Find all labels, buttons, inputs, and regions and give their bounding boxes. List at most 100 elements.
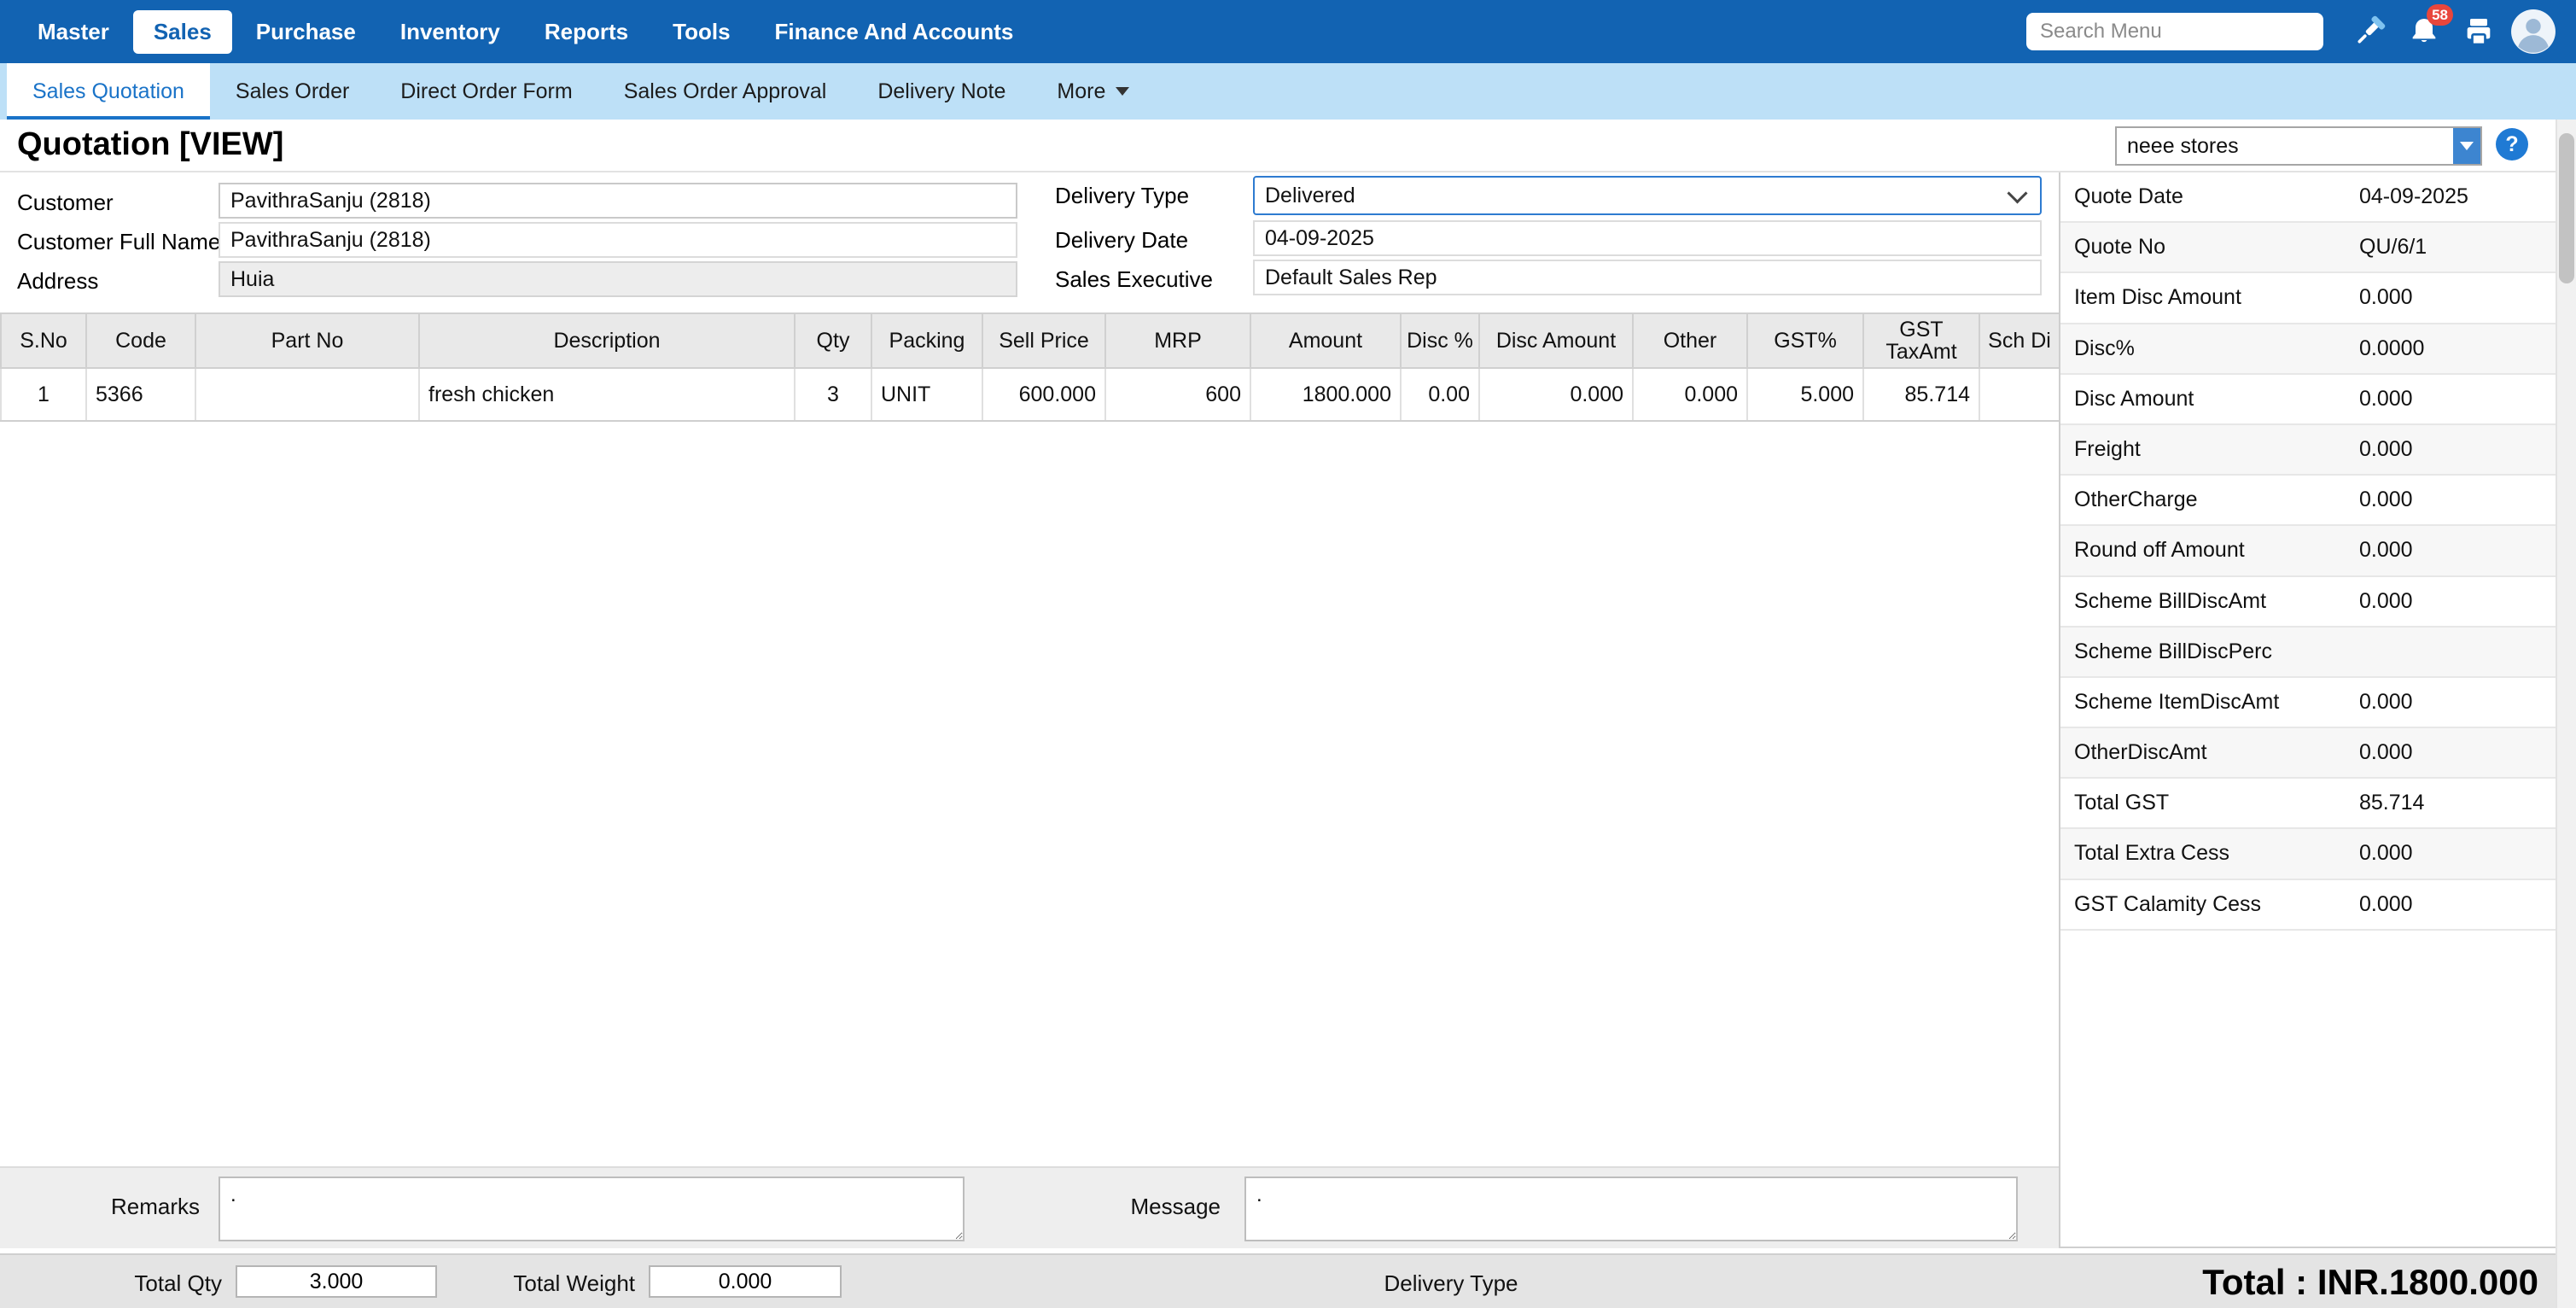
table-cell: 0.000 [1479, 368, 1633, 421]
total-qty-input[interactable] [236, 1265, 437, 1298]
nav-item-finance-and-accounts[interactable]: Finance And Accounts [755, 10, 1034, 54]
table-cell [1979, 368, 2059, 421]
tab-label: More [1057, 79, 1105, 104]
tab-direct-order-form[interactable]: Direct Order Form [375, 63, 597, 120]
tab-sales-order[interactable]: Sales Order [210, 63, 375, 120]
column-header-gst: GST% [1747, 313, 1863, 368]
total-weight-label: Total Weight [505, 1270, 635, 1297]
avatar-icon [2510, 9, 2556, 55]
customer-full-name-label: Customer Full Name [17, 229, 220, 255]
store-dropdown-arrow-icon[interactable] [2453, 128, 2480, 164]
print-icon[interactable] [2453, 6, 2504, 57]
summary-label: Round off Amount [2074, 538, 2245, 563]
summary-label: OtherDiscAmt [2074, 740, 2207, 765]
summary-row-freight: Freight0.000 [2060, 425, 2556, 476]
summary-value: 0.000 [2359, 690, 2413, 715]
sales-executive-input[interactable] [1253, 260, 2042, 295]
help-button[interactable]: ? [2496, 128, 2528, 161]
column-header-packing: Packing [871, 313, 982, 368]
delivery-type-value: Delivered [1255, 184, 1355, 208]
remarks-textarea[interactable]: . [219, 1177, 965, 1241]
summary-label: Disc% [2074, 336, 2135, 361]
summary-value: 0.000 [2359, 740, 2413, 765]
summary-row-scheme-billdiscamt: Scheme BillDiscAmt0.000 [2060, 577, 2556, 628]
total-weight-input[interactable] [649, 1265, 842, 1298]
nav-item-sales[interactable]: Sales [133, 10, 232, 54]
summary-value: 0.000 [2359, 437, 2413, 462]
remarks-label: Remarks [17, 1194, 200, 1220]
summary-value: 0.000 [2359, 892, 2413, 917]
message-textarea[interactable]: . [1244, 1177, 2018, 1241]
column-header-disc-amount: Disc Amount [1479, 313, 1633, 368]
tab-more[interactable]: More [1031, 63, 1155, 120]
summary-row-otherdiscamt: OtherDiscAmt 0.000 [2060, 728, 2556, 779]
summary-row-scheme-billdiscperc: Scheme BillDiscPerc [2060, 628, 2556, 678]
tab-label: Direct Order Form [400, 79, 572, 104]
page-title: Quotation [VIEW] [17, 126, 283, 163]
footer-delivery-type-label: Delivery Type [1323, 1270, 1579, 1297]
summary-label: Scheme BillDiscAmt [2074, 589, 2266, 614]
summary-label: Disc Amount [2074, 387, 2194, 412]
notifications-bell-icon[interactable]: 58 [2398, 6, 2450, 57]
tab-delivery-note[interactable]: Delivery Note [852, 63, 1031, 120]
column-header-gst-taxamt: GST TaxAmt [1863, 313, 1979, 368]
notes-strip: Remarks . Message . [0, 1166, 2059, 1248]
summary-row-disc-amount: Disc Amount0.000 [2060, 375, 2556, 425]
table-body: 15366fresh chicken3UNIT600.0006001800.00… [1, 368, 2059, 421]
erp-window: MasterSalesPurchaseInventoryReportsTools… [0, 0, 2576, 1308]
column-header-sell-price: Sell Price [982, 313, 1105, 368]
scrollbar-thumb[interactable] [2559, 133, 2574, 283]
store-selector[interactable]: neee stores [2115, 126, 2482, 166]
nav-item-tools[interactable]: Tools [652, 10, 750, 54]
column-header-mrp: MRP [1105, 313, 1250, 368]
summary-row-disc: Disc%0.0000 [2060, 324, 2556, 375]
nav-item-purchase[interactable]: Purchase [236, 10, 376, 54]
nav-item-reports[interactable]: Reports [524, 10, 649, 54]
tab-sales-quotation[interactable]: Sales Quotation [7, 63, 210, 120]
summary-row-quote-no: Quote NoQU/6/1 [2060, 223, 2556, 273]
total-qty-label: Total Qty [102, 1270, 222, 1297]
tab-label: Sales Quotation [32, 79, 184, 104]
notification-count-badge: 58 [2427, 4, 2453, 26]
table-cell: 600 [1105, 368, 1250, 421]
tools-icon[interactable] [2344, 6, 2395, 57]
module-tab-bar: Sales Quotation Sales Order Direct Order F… [0, 63, 2576, 120]
nav-item-inventory[interactable]: Inventory [380, 10, 521, 54]
summary-label: Scheme ItemDiscAmt [2074, 690, 2279, 715]
column-header-sch-di: Sch Di [1979, 313, 2059, 368]
table-cell: 5366 [86, 368, 195, 421]
summary-row-scheme-itemdiscamt: Scheme ItemDiscAmt 0.000 [2060, 678, 2556, 728]
nav-item-master[interactable]: Master [17, 10, 130, 54]
table-cell: fresh chicken [419, 368, 795, 421]
summary-label: Total GST [2074, 791, 2169, 815]
table-cell [195, 368, 419, 421]
chevron-down-icon [1116, 87, 1129, 96]
address-input[interactable] [219, 261, 1017, 297]
message-label: Message [1033, 1194, 1221, 1220]
summary-label: Scheme BillDiscPerc [2074, 639, 2272, 664]
user-avatar[interactable] [2508, 6, 2559, 57]
delivery-date-input[interactable] [1253, 220, 2042, 256]
summary-row-gst-calamity-cess: GST Calamity Cess0.000 [2060, 880, 2556, 931]
vertical-scrollbar[interactable] [2556, 120, 2576, 1308]
summary-row-total-extra-cess: Total Extra Cess0.000 [2060, 829, 2556, 879]
grand-total: Total : INR.1800.000 [2202, 1262, 2538, 1303]
summary-row-quote-date: Quote Date04-09-2025 [2060, 172, 2556, 223]
table-row[interactable]: 15366fresh chicken3UNIT600.0006001800.00… [1, 368, 2059, 421]
summary-value: 04-09-2025 [2359, 184, 2468, 209]
table-cell: 600.000 [982, 368, 1105, 421]
customer-input[interactable] [219, 183, 1017, 219]
table-cell: UNIT [871, 368, 982, 421]
column-header-s-no: S.No [1, 313, 86, 368]
summary-row-total-gst: Total GST 85.714 [2060, 779, 2556, 829]
top-nav: MasterSalesPurchaseInventoryReportsTools… [0, 0, 2576, 63]
delivery-type-select[interactable]: Delivered [1253, 176, 2042, 215]
summary-row-item-disc-amount: Item Disc Amount0.000 [2060, 273, 2556, 324]
customer-full-name-input[interactable] [219, 222, 1017, 258]
table-cell: 0.00 [1401, 368, 1479, 421]
summary-value: 85.714 [2359, 791, 2424, 815]
column-header-other: Other [1633, 313, 1747, 368]
tab-sales-order-approval[interactable]: Sales Order Approval [598, 63, 853, 120]
search-input[interactable] [2026, 13, 2323, 50]
store-selector-value: neee stores [2117, 134, 2453, 159]
